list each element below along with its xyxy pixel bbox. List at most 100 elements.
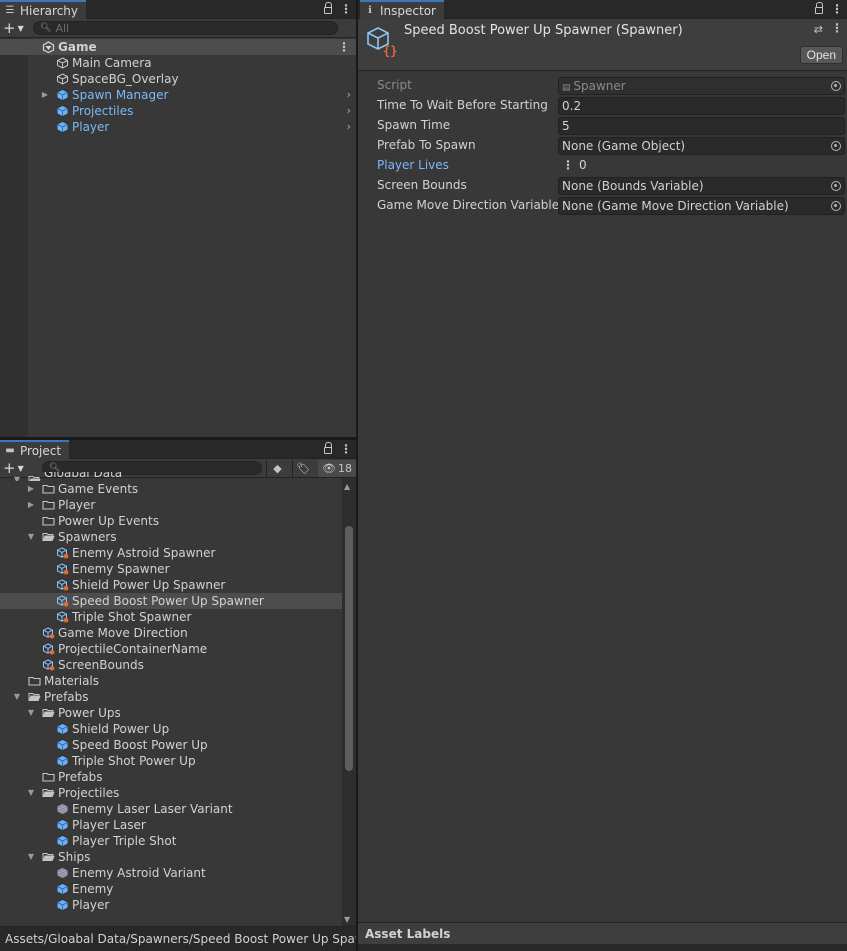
project-row[interactable]: Triple Shot Power Up — [0, 753, 356, 769]
project-row[interactable]: Game Move Direction — [0, 625, 356, 641]
chevron-right-icon[interactable]: › — [347, 87, 351, 103]
project-row-label: Gloabal Data — [44, 472, 123, 480]
project-row[interactable]: ▼ Spawners — [0, 529, 356, 545]
property-value: 0.2 — [562, 99, 582, 113]
foldout-collapsed-icon[interactable]: ▶ — [26, 497, 36, 513]
project-row-label: Game Events — [58, 482, 139, 496]
project-row[interactable]: ScreenBounds — [0, 657, 356, 673]
project-row-label: Player Triple Shot — [72, 834, 177, 848]
hierarchy-row[interactable]: ▶ Spawn Manager › — [0, 87, 356, 103]
object-picker-icon[interactable] — [831, 141, 841, 151]
project-row[interactable]: Power Up Events — [0, 513, 356, 529]
project-row[interactable]: Materials — [0, 673, 356, 689]
property-field[interactable]: 0 — [576, 157, 845, 175]
project-row[interactable]: ▶ Game Events — [0, 481, 356, 497]
tab-inspector[interactable]: ℹ Inspector — [360, 0, 444, 19]
foldout-expanded-icon[interactable]: ▼ — [26, 849, 36, 865]
property-field[interactable]: None (Game Move Direction Variable) — [558, 197, 845, 215]
project-row-label: Player Laser — [72, 818, 146, 832]
info-icon: ℹ — [368, 5, 372, 16]
scroll-thumb[interactable] — [345, 526, 353, 771]
kebab-menu-icon[interactable]: ⋮ — [831, 2, 843, 17]
open-button[interactable]: Open — [799, 46, 843, 64]
project-row[interactable]: Shield Power Up — [0, 721, 356, 737]
property-field[interactable]: 0.2 — [558, 97, 845, 115]
property-field[interactable]: None (Game Object) — [558, 137, 845, 155]
project-row[interactable]: ProjectileContainerName — [0, 641, 356, 657]
prefab-icon — [56, 723, 69, 735]
foldout-expanded-icon[interactable]: ▼ — [26, 785, 36, 801]
project-row-label: Enemy — [72, 882, 114, 896]
foldout-collapsed-icon[interactable]: ▶ — [40, 87, 50, 103]
hierarchy-row[interactable]: SpaceBG_Overlay — [0, 71, 356, 87]
project-row[interactable]: Enemy Laser Laser Variant — [0, 801, 356, 817]
foldout-expanded-icon[interactable]: ▼ — [26, 705, 36, 721]
object-picker-icon[interactable] — [831, 81, 841, 91]
search-placeholder: All — [55, 21, 70, 35]
project-row[interactable]: ▼ Projectiles — [0, 785, 356, 801]
project-row[interactable]: Speed Boost Power Up Spawner — [0, 593, 356, 609]
project-row-label: Enemy Astroid Spawner — [72, 546, 216, 560]
scriptable-icon — [42, 643, 55, 655]
foldout-expanded-icon[interactable]: ▼ — [12, 689, 22, 705]
project-scrollbar[interactable]: ▲ ▼ — [342, 478, 356, 926]
project-row[interactable]: ▶ Player — [0, 497, 356, 513]
kebab-menu-icon[interactable]: ⋮ — [340, 2, 352, 17]
foldout-expanded-icon[interactable]: ▼ — [12, 472, 22, 481]
hierarchy-row[interactable]: Game ⋮ — [0, 39, 356, 55]
project-row[interactable]: ▼ Ships — [0, 849, 356, 865]
presets-icon[interactable]: ⇄ — [814, 23, 823, 36]
hierarchy-toolbar: + ▼ 🔍︎ All — [0, 19, 356, 38]
project-row[interactable]: ▼ Gloabal Data — [0, 472, 356, 481]
prefab-icon — [56, 105, 69, 117]
lock-icon[interactable] — [815, 2, 823, 14]
project-row[interactable]: Prefabs — [0, 769, 356, 785]
project-row[interactable]: Enemy Spawner — [0, 561, 356, 577]
property-field[interactable]: 5 — [558, 117, 845, 135]
project-row-label: Power Ups — [58, 706, 121, 720]
tab-inspector-label: Inspector — [380, 3, 436, 18]
lock-icon[interactable] — [324, 442, 332, 454]
chevron-right-icon[interactable]: › — [347, 103, 351, 119]
add-button[interactable]: + ▼ — [3, 19, 29, 37]
chevron-right-icon[interactable]: › — [347, 119, 351, 135]
property-value: 0 — [579, 158, 587, 172]
tab-project[interactable]: ▬ Project — [0, 440, 70, 459]
project-row[interactable]: Enemy Astroid Variant — [0, 865, 356, 881]
project-row[interactable]: Player Laser — [0, 817, 356, 833]
object-picker-icon[interactable] — [831, 181, 841, 191]
foldout-expanded-icon[interactable]: ▼ — [26, 529, 36, 545]
project-row[interactable]: Speed Boost Power Up — [0, 737, 356, 753]
kebab-menu-icon[interactable]: ⋮ — [340, 442, 352, 457]
property-label: Prefab To Spawn — [377, 138, 476, 152]
project-row[interactable]: Enemy — [0, 881, 356, 897]
asset-labels-section[interactable]: Asset Labels — [358, 922, 847, 944]
object-picker-icon[interactable] — [831, 201, 841, 211]
project-row[interactable]: Player — [0, 897, 356, 913]
scroll-down-arrow-icon[interactable]: ▼ — [344, 915, 350, 924]
property-row: Spawn Time 5 — [358, 116, 847, 136]
project-row[interactable]: ▼ Power Ups — [0, 705, 356, 721]
scene-menu-icon[interactable]: ⋮ — [338, 39, 350, 55]
hierarchy-row[interactable]: Player › — [0, 119, 356, 135]
scroll-up-arrow-icon[interactable]: ▲ — [344, 482, 350, 491]
hierarchy-row[interactable]: Main Camera — [0, 55, 356, 71]
property-label: Game Move Direction Variable — [377, 198, 560, 212]
inspector-panel: ℹ Inspector ⋮ {} Speed Boost Power Up Sp… — [358, 0, 847, 951]
hierarchy-search-input[interactable]: 🔍︎ All — [33, 21, 338, 35]
folder-open-icon — [42, 787, 55, 799]
tab-hierarchy[interactable]: ☰ Hierarchy — [0, 0, 87, 19]
project-row[interactable]: Triple Shot Spawner — [0, 609, 356, 625]
drag-handle-icon[interactable]: ⋮ — [562, 158, 574, 172]
property-field[interactable]: None (Bounds Variable) — [558, 177, 845, 195]
project-row[interactable]: ▼ Prefabs — [0, 689, 356, 705]
hierarchy-row[interactable]: Projectiles › — [0, 103, 356, 119]
lock-icon[interactable] — [324, 2, 332, 14]
project-row[interactable]: Shield Power Up Spawner — [0, 577, 356, 593]
script-icon: ▤ — [562, 83, 574, 93]
foldout-collapsed-icon[interactable]: ▶ — [26, 481, 36, 497]
project-row[interactable]: Enemy Astroid Spawner — [0, 545, 356, 561]
prefab-icon — [56, 899, 69, 911]
project-row[interactable]: Player Triple Shot — [0, 833, 356, 849]
component-menu-icon[interactable]: ⋮ — [831, 22, 843, 36]
